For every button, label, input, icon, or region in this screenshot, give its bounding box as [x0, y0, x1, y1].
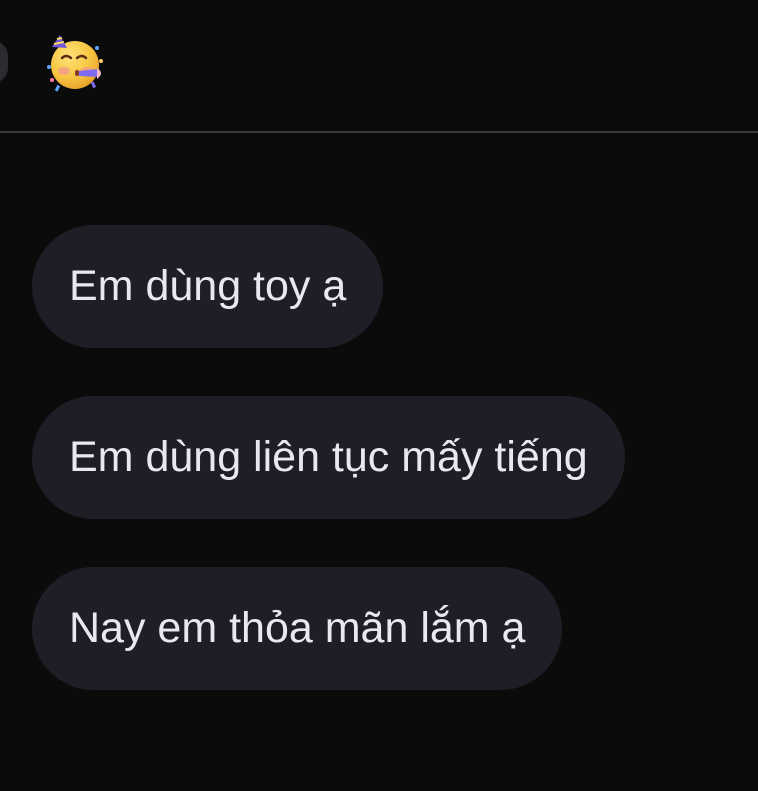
partying-face-emoji-icon[interactable]: [44, 34, 106, 92]
divider: [0, 131, 758, 133]
message-bubble[interactable]: Nay em thỏa mãn lắm ạ: [32, 567, 563, 690]
chat-screen: Em dùng toy ạ Em dùng liên tục mấy tiếng…: [0, 0, 758, 791]
message-bubble[interactable]: Em dùng toy ạ: [32, 225, 384, 348]
message-list: Em dùng toy ạ Em dùng liên tục mấy tiếng…: [32, 225, 732, 738]
avatar[interactable]: [0, 41, 8, 83]
message-bubble[interactable]: Em dùng liên tục mấy tiếng: [32, 396, 625, 519]
message-row: Nay em thỏa mãn lắm ạ: [32, 567, 732, 738]
message-row: Em dùng liên tục mấy tiếng: [32, 396, 732, 567]
reaction-strip: [0, 0, 758, 132]
message-row: Em dùng toy ạ: [32, 225, 732, 396]
